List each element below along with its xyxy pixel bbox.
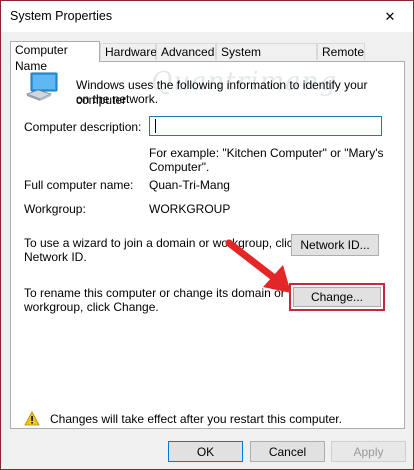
tab-label: Remote (322, 45, 365, 59)
system-properties-window: System Properties ✕ Computer Name Hardwa… (0, 0, 414, 470)
example-text-line1: For example: "Kitchen Computer" or "Mary… (149, 146, 384, 160)
computer-description-label: Computer description: (24, 120, 142, 134)
tab-computer-name[interactable]: Computer Name (10, 41, 100, 73)
tab-label: Advanced (161, 45, 215, 59)
example-text-line2: Computer". (149, 160, 210, 174)
close-button[interactable]: ✕ (367, 1, 413, 32)
cancel-button[interactable]: Cancel (250, 441, 325, 462)
warning-text: Changes will take effect after you resta… (50, 412, 342, 426)
tab-hardware[interactable]: Hardware (100, 43, 158, 60)
title-bar: System Properties ✕ (1, 1, 413, 32)
annotation-arrow-icon (225, 239, 291, 293)
tab-advanced[interactable]: Advanced (156, 43, 216, 60)
full-computer-name-label: Full computer name: (24, 178, 134, 192)
apply-button[interactable]: Apply (331, 441, 406, 462)
computer-monitor-icon (25, 72, 58, 101)
tab-remote[interactable]: Remote (317, 43, 365, 60)
rename-text-line2: workgroup, click Change. (24, 300, 159, 314)
warning-icon (24, 411, 40, 426)
ok-button[interactable]: OK (168, 441, 243, 462)
workgroup-value: WORKGROUP (149, 202, 231, 216)
change-button[interactable]: Change... (293, 287, 381, 307)
tab-system-protection[interactable]: System Protection (216, 43, 317, 75)
full-computer-name-value: Quan-Tri-Mang (149, 178, 230, 192)
workgroup-label: Workgroup: (24, 202, 86, 216)
close-icon: ✕ (384, 8, 396, 24)
tab-strip: Computer Name Hardware Advanced System P… (10, 41, 405, 75)
network-id-button[interactable]: Network ID... (291, 234, 379, 256)
computer-description-input[interactable] (149, 116, 382, 136)
wizard-text-line2: Network ID. (24, 250, 87, 264)
text-caret (155, 119, 156, 133)
window-title: System Properties (10, 9, 113, 23)
intro-text-line2: on the network. (76, 92, 159, 106)
tab-label: Hardware (105, 45, 158, 59)
